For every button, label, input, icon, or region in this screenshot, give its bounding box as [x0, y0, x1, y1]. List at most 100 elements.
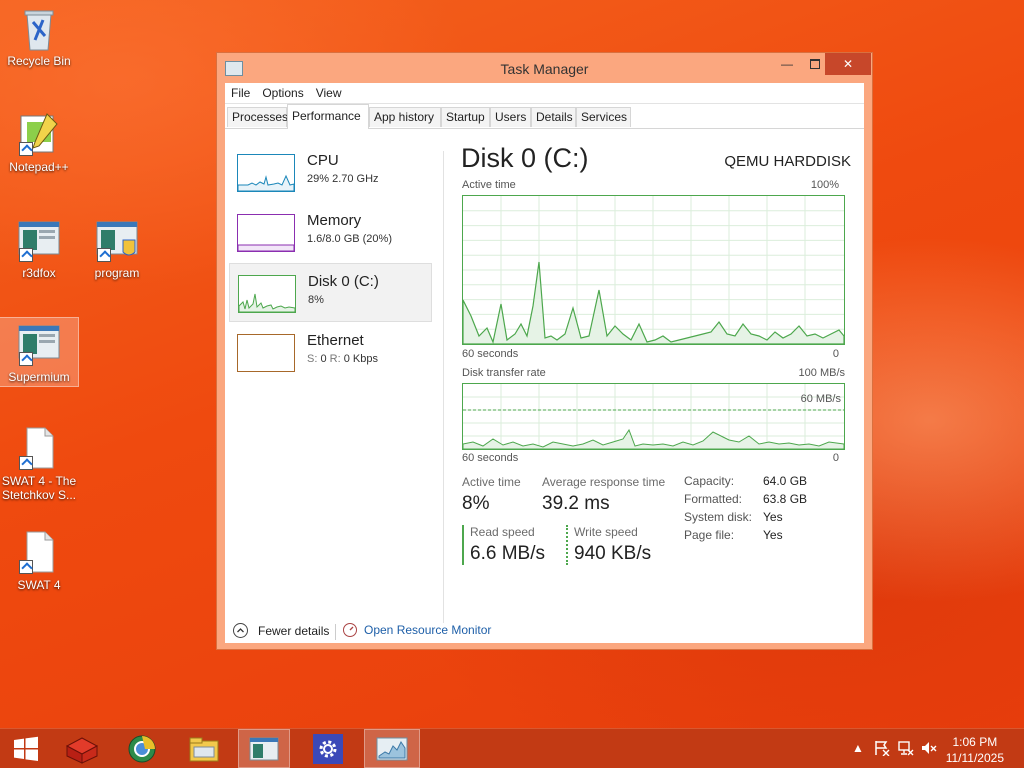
window-app-icon	[17, 322, 61, 366]
transfer-rate-chart-label: Disk transfer rate	[462, 367, 546, 379]
transfer-rate-graph-svg	[462, 384, 845, 450]
capacity-value: 64.0 GB	[763, 474, 808, 488]
shortcut-arrow-icon	[19, 248, 33, 262]
clock-time: 1:06 PM	[952, 735, 998, 749]
transfer-rate-mid: 60 MB/s	[800, 393, 841, 405]
desktop-icon-recycle-bin[interactable]: Recycle Bin	[0, 6, 78, 68]
transfer-rate-window-label: 60 seconds	[462, 452, 519, 464]
active-time-graph	[462, 195, 845, 345]
active-time-stat-label: Active time	[462, 475, 521, 489]
perf-item-cpu[interactable]: CPU 29% 2.70 GHz	[229, 143, 432, 202]
task-manager-icon	[376, 737, 408, 760]
maximize-icon	[810, 59, 820, 69]
perf-item-value: 29% 2.70 GHz	[307, 173, 379, 185]
taskbar-app-browser[interactable]	[116, 729, 168, 768]
desktop-icon-label: Recycle Bin	[7, 54, 71, 68]
tab-startup[interactable]: Startup	[441, 107, 490, 127]
tab-details[interactable]: Details	[531, 107, 576, 127]
perf-item-disk[interactable]: Disk 0 (C:) 8%	[229, 263, 432, 322]
taskbar-app-window[interactable]	[238, 729, 290, 768]
menu-file[interactable]: File	[231, 86, 250, 100]
desktop-icon-swat4-stetchkov[interactable]: SWAT 4 - The Stetchkov S...	[0, 426, 78, 502]
active-time-min: 0	[832, 348, 839, 360]
desktop-icon-notepadpp[interactable]: Notepad++	[0, 112, 78, 174]
ethernet-thumbnail-graph	[237, 334, 295, 372]
receive-label: R:	[329, 353, 341, 365]
perf-item-ethernet[interactable]: Ethernet S: 0 R: 0 Kbps	[229, 323, 432, 382]
tab-services[interactable]: Services	[576, 107, 631, 127]
menu-bar: File Options View	[225, 83, 864, 104]
open-resource-monitor-link[interactable]: Open Resource Monitor	[343, 623, 491, 637]
cpu-thumbnail-graph	[237, 154, 295, 192]
title-bar[interactable]: Task Manager — ✕	[217, 53, 872, 83]
desktop-icon-program[interactable]: program	[78, 218, 156, 280]
send-value: 0	[320, 353, 327, 365]
transfer-rate-min: 0	[832, 452, 839, 464]
desktop-icon-r3dfox[interactable]: r3dfox	[0, 218, 78, 280]
close-button[interactable]: ✕	[825, 53, 871, 75]
write-speed-divider	[566, 525, 568, 565]
perf-item-value: 8%	[308, 294, 324, 306]
tab-app-history[interactable]: App history	[369, 107, 441, 127]
desktop-icon-swat4[interactable]: SWAT 4	[0, 530, 78, 592]
tab-users[interactable]: Users	[490, 107, 531, 127]
globe-browser-icon	[128, 735, 156, 762]
folder-icon	[189, 737, 219, 761]
recycle-bin-icon	[17, 6, 61, 51]
document-icon	[17, 426, 61, 470]
fewer-details-button[interactable]: Fewer details	[233, 623, 329, 638]
start-button[interactable]	[0, 729, 52, 768]
response-time-stat-label: Average response time	[542, 475, 666, 489]
notepadpp-icon	[17, 112, 61, 156]
network-icon[interactable]	[898, 740, 914, 759]
perf-item-name: Memory	[307, 212, 362, 229]
send-label: S:	[307, 353, 318, 365]
shortcut-arrow-icon	[19, 142, 33, 156]
window-app-icon	[17, 218, 61, 262]
taskbar-task-manager[interactable]	[364, 729, 420, 768]
tab-performance[interactable]: Performance	[287, 104, 369, 129]
response-time-stat-value: 39.2 ms	[542, 493, 610, 514]
transfer-rate-graph	[462, 383, 845, 450]
menu-view[interactable]: View	[316, 86, 342, 100]
active-time-stat-value: 8%	[462, 493, 490, 514]
shortcut-arrow-icon	[97, 248, 111, 262]
footer-bar: Fewer details Open Resource Monitor	[225, 623, 864, 643]
perf-item-name: Disk 0 (C:)	[308, 273, 379, 290]
desktop-icon-label: Supermium	[8, 370, 70, 384]
desktop-icon-supermium[interactable]: Supermium	[0, 317, 79, 387]
tab-processes[interactable]: Processes	[227, 107, 288, 127]
action-center-flag-icon[interactable]	[874, 740, 890, 759]
shortcut-arrow-icon	[19, 352, 33, 366]
footer-divider	[335, 624, 336, 640]
panel-divider	[443, 151, 444, 623]
document-icon	[17, 530, 61, 574]
page-file-value: Yes	[763, 528, 783, 542]
disk-model: QEMU HARDDISK	[724, 153, 851, 170]
menu-options[interactable]: Options	[262, 86, 303, 100]
fewer-details-label: Fewer details	[258, 623, 330, 638]
volume-muted-icon[interactable]	[921, 740, 937, 759]
write-speed-label: Write speed	[574, 525, 638, 539]
desktop-icon-label: SWAT 4	[17, 578, 61, 592]
taskbar-settings[interactable]	[302, 729, 354, 768]
show-hidden-icons-icon[interactable]: ▲	[852, 741, 864, 755]
gear-icon	[313, 733, 343, 764]
memory-thumbnail-graph	[237, 214, 295, 252]
page-file-label: Page file:	[684, 528, 735, 542]
desktop: Recycle Bin Notepad++ r3dfox program Sup…	[0, 0, 1024, 728]
task-manager-window[interactable]: Task Manager — ✕ File Options View Proce…	[216, 52, 873, 650]
minimize-button[interactable]: —	[772, 53, 802, 75]
desktop-icon-label: r3dfox	[22, 266, 56, 280]
transfer-rate-chart-max: 100 MB/s	[798, 367, 845, 379]
perf-item-value: S: 0 R: 0 Kbps	[307, 353, 378, 365]
disk-thumbnail-graph	[238, 275, 296, 313]
perf-item-memory[interactable]: Memory 1.6/8.0 GB (20%)	[229, 203, 432, 262]
read-speed-divider	[462, 525, 464, 565]
taskbar-file-explorer[interactable]	[178, 729, 230, 768]
taskbar-app-red-box[interactable]	[56, 729, 108, 768]
system-disk-label: System disk:	[684, 510, 753, 524]
taskbar-clock[interactable]: 1:06 PM 11/11/2025	[946, 734, 1004, 766]
window-client: File Options View Processes Performance …	[225, 83, 864, 643]
red-package-icon	[65, 736, 99, 764]
